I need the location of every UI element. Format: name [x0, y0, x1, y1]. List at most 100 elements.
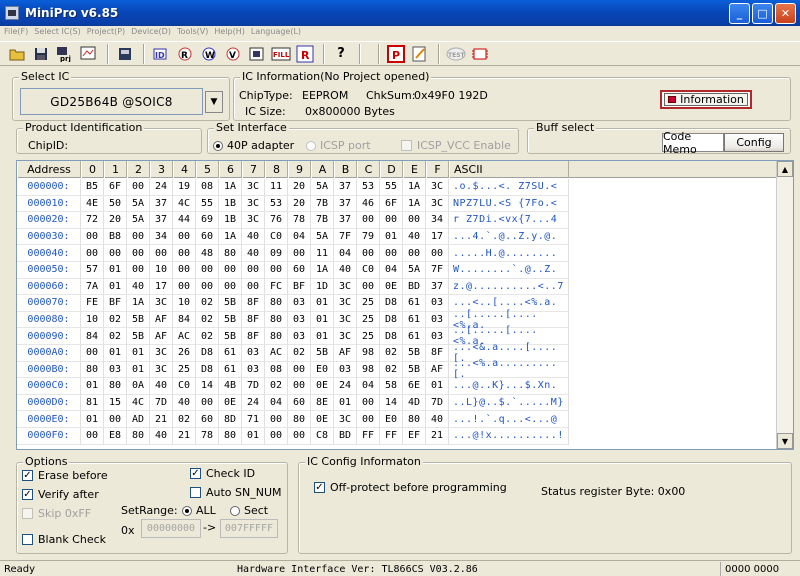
hex-byte-cell[interactable]: 5A [311, 228, 334, 246]
hex-byte-cell[interactable]: 01 [127, 361, 150, 379]
hex-byte-cell[interactable]: 3C [426, 195, 449, 213]
hex-byte-cell[interactable]: 03 [104, 361, 127, 379]
hex-byte-cell[interactable]: 00 [403, 245, 426, 262]
hex-byte-cell[interactable]: 25 [357, 328, 380, 345]
hex-byte-cell[interactable]: 00 [265, 411, 288, 428]
hex-byte-cell[interactable]: 8D [219, 411, 242, 428]
edit-icon[interactable] [409, 43, 431, 65]
hex-byte-cell[interactable]: 40 [426, 411, 449, 428]
hex-byte-cell[interactable]: 10 [173, 295, 196, 312]
hex-byte-cell[interactable]: 04 [380, 262, 403, 279]
hex-byte-cell[interactable]: 78 [196, 428, 219, 445]
hex-byte-cell[interactable]: 1D [311, 278, 334, 296]
hex-byte-cell[interactable]: FE [81, 295, 104, 312]
config-button[interactable]: Config [724, 133, 784, 152]
menu-language[interactable]: Language(L) [251, 26, 301, 40]
hex-byte-cell[interactable]: C0 [173, 378, 196, 395]
hex-byte-cell[interactable]: 24 [150, 179, 173, 196]
hex-byte-cell[interactable]: 98 [357, 361, 380, 379]
hex-byte-cell[interactable]: 61 [219, 361, 242, 379]
hex-byte-cell[interactable]: 1B [219, 195, 242, 213]
hex-byte-cell[interactable]: 7F [334, 228, 357, 246]
row-ascii[interactable]: z.@..........<..7 [449, 278, 569, 296]
menu-device[interactable]: Device(D) [131, 26, 171, 40]
hex-byte-cell[interactable]: D8 [380, 328, 403, 345]
menu-tools[interactable]: Tools(V) [177, 26, 208, 40]
hex-byte-cell[interactable]: 1A [127, 295, 150, 312]
code-memo-button[interactable]: Code Memo [662, 130, 724, 156]
hex-byte-cell[interactable]: 37 [150, 195, 173, 213]
hex-byte-cell[interactable]: 37 [334, 212, 357, 229]
hex-byte-cell[interactable]: FF [357, 428, 380, 445]
row-ascii[interactable]: .o.$...<. Z7SU.< [449, 179, 569, 196]
hex-byte-cell[interactable]: 19 [173, 179, 196, 196]
blank-check-checkbox[interactable]: Blank Check [22, 533, 106, 546]
hex-byte-cell[interactable]: 3C [150, 345, 173, 362]
hex-byte-cell[interactable]: 61 [403, 311, 426, 329]
range-all-radio[interactable]: ALL [182, 504, 216, 517]
hex-byte-cell[interactable]: 02 [104, 328, 127, 345]
hex-byte-cell[interactable]: 5B [127, 328, 150, 345]
hex-byte-cell[interactable]: 80 [265, 295, 288, 312]
hex-byte-cell[interactable]: C8 [311, 428, 334, 445]
hex-byte-cell[interactable]: 3C [242, 179, 265, 196]
hex-byte-cell[interactable]: 00 [380, 245, 403, 262]
hex-byte-cell[interactable]: 58 [380, 378, 403, 395]
hex-byte-cell[interactable]: 5B [311, 345, 334, 362]
verify-after-checkbox[interactable]: ✓ Verify after [22, 488, 99, 501]
hex-byte-cell[interactable]: 53 [357, 179, 380, 196]
hex-byte-cell[interactable]: D8 [380, 295, 403, 312]
hex-byte-cell[interactable]: 02 [380, 345, 403, 362]
hex-byte-cell[interactable]: 00 [357, 245, 380, 262]
hex-byte-cell[interactable]: 5B [219, 328, 242, 345]
hex-byte-cell[interactable]: 7D [426, 394, 449, 412]
hex-byte-cell[interactable]: 00 [265, 428, 288, 445]
hex-byte-cell[interactable]: 7D [242, 378, 265, 395]
hex-byte-cell[interactable]: AF [426, 361, 449, 379]
hex-byte-cell[interactable]: 5B [127, 311, 150, 329]
range-sect-radio[interactable]: Sect [230, 504, 268, 517]
hex-byte-cell[interactable]: 0A [127, 378, 150, 395]
icsp-vcc-checkbox[interactable]: ICSP_VCC Enable [401, 139, 511, 152]
hex-byte-cell[interactable]: 55 [380, 179, 403, 196]
hex-byte-cell[interactable]: BD [334, 428, 357, 445]
hex-byte-cell[interactable]: 60 [288, 394, 311, 412]
hex-byte-cell[interactable]: 00 [196, 278, 219, 296]
hex-byte-cell[interactable]: AF [150, 328, 173, 345]
hex-byte-cell[interactable]: 1A [311, 262, 334, 279]
fill-icon[interactable]: FILL [270, 43, 292, 65]
hex-byte-cell[interactable]: 00 [196, 394, 219, 412]
hex-byte-cell[interactable]: 40 [150, 428, 173, 445]
hex-byte-cell[interactable]: 00 [104, 245, 127, 262]
hex-byte-cell[interactable]: 76 [265, 212, 288, 229]
auto-sn-checkbox[interactable]: Auto SN_NUM [190, 486, 282, 499]
hex-byte-cell[interactable]: 71 [242, 411, 265, 428]
hex-byte-cell[interactable]: 57 [81, 262, 104, 279]
hex-byte-cell[interactable]: 6E [403, 378, 426, 395]
menu-project[interactable]: Project(P) [87, 26, 125, 40]
hex-byte-cell[interactable]: 4D [403, 394, 426, 412]
row-ascii[interactable]: ...4.`.@..Z.y.@. [449, 228, 569, 246]
hex-byte-cell[interactable]: 03 [288, 311, 311, 329]
row-ascii[interactable]: ...!.`.q...<...@ [449, 411, 569, 428]
hex-byte-cell[interactable]: 00 [265, 262, 288, 279]
hex-byte-cell[interactable]: 40 [173, 394, 196, 412]
hex-byte-cell[interactable]: 80 [403, 411, 426, 428]
hex-byte-cell[interactable]: 00 [288, 378, 311, 395]
hex-byte-cell[interactable]: 8F [242, 328, 265, 345]
hex-byte-cell[interactable]: 25 [357, 311, 380, 329]
hex-byte-cell[interactable]: 00 [173, 245, 196, 262]
hex-byte-cell[interactable]: 80 [81, 361, 104, 379]
hex-byte-cell[interactable]: 7D [150, 394, 173, 412]
hex-byte-cell[interactable]: 17 [426, 228, 449, 246]
hex-byte-cell[interactable]: 00 [127, 245, 150, 262]
hex-byte-cell[interactable]: 01 [127, 345, 150, 362]
hex-byte-cell[interactable]: 01 [311, 328, 334, 345]
hex-byte-cell[interactable]: 03 [426, 311, 449, 329]
erase-icon[interactable] [246, 43, 268, 65]
hex-byte-cell[interactable]: 08 [196, 179, 219, 196]
hex-byte-cell[interactable]: 24 [334, 378, 357, 395]
hex-byte-cell[interactable]: 00 [150, 245, 173, 262]
hex-byte-cell[interactable]: 21 [150, 411, 173, 428]
hex-byte-cell[interactable]: 40 [127, 278, 150, 296]
